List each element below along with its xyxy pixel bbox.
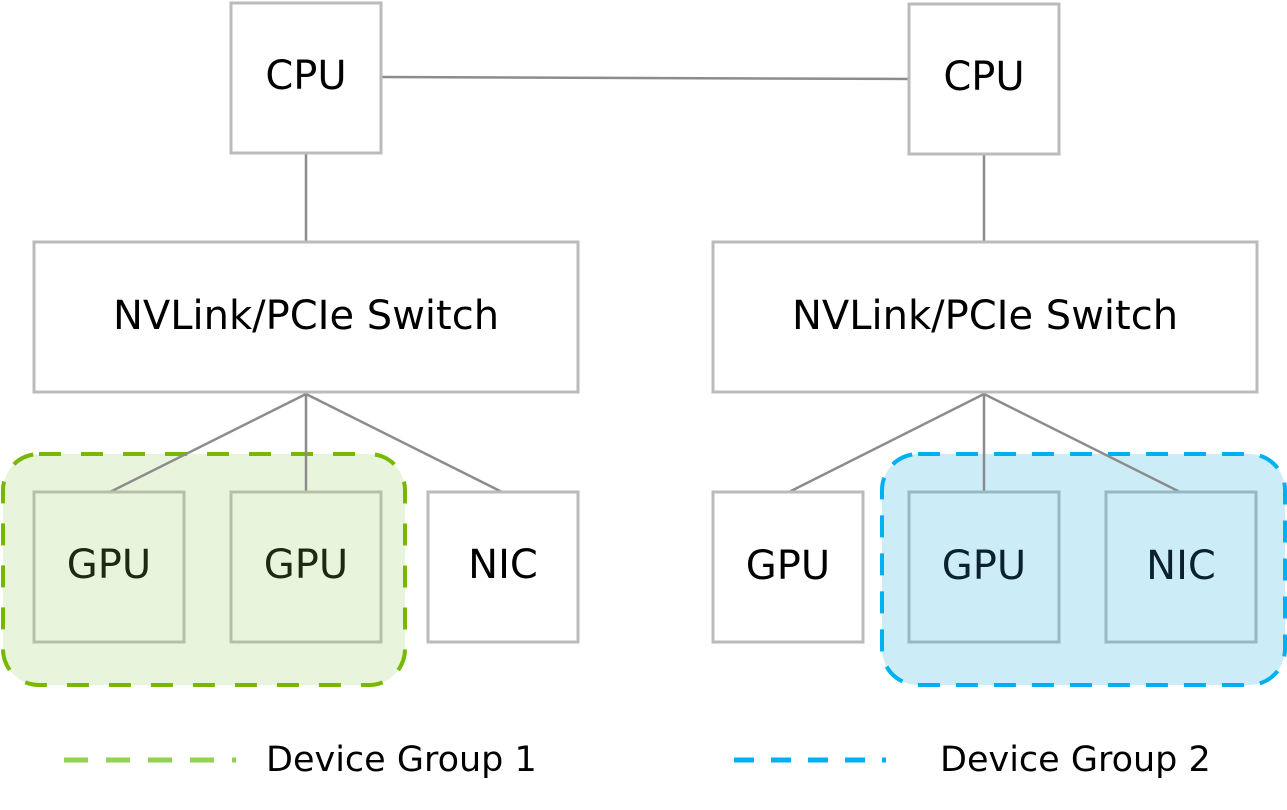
gpu-right-2-label: GPU [942, 543, 1026, 589]
cpu-left-label: CPU [265, 53, 346, 99]
cpu-left-node: CPU [229, 1, 383, 155]
legend-group-1-label: Device Group 1 [266, 740, 537, 780]
switch-left-label: NVLink/PCIe Switch [113, 293, 499, 339]
gpu-left-1-node: GPU [32, 490, 186, 644]
nic-right-label: NIC [1146, 543, 1216, 589]
switch-right-node: NVLink/PCIe Switch [711, 240, 1259, 394]
gpu-left-2-node: GPU [229, 490, 383, 644]
gpu-left-1-label: GPU [67, 542, 151, 588]
nic-left-label: NIC [468, 542, 538, 588]
switch-right-label: NVLink/PCIe Switch [792, 293, 1178, 339]
gpu-left-2-label: GPU [264, 542, 348, 588]
switch-left-node: NVLink/PCIe Switch [32, 240, 580, 394]
nic-left-node: NIC [426, 490, 580, 644]
cpu-right-node: CPU [907, 2, 1061, 156]
cpu-cpu-link [380, 75, 910, 81]
gpu-right-1-node: GPU [711, 490, 865, 644]
gpu-right-1-label: GPU [746, 543, 830, 589]
topology-diagram: CPU CPU NVLink/PCIe Switch NVLink/PCIe S… [1, 1, 1287, 780]
gpu-right-2-node: GPU [907, 490, 1061, 644]
nic-right-node: NIC [1104, 490, 1258, 644]
legend: Device Group 1 Device Group 2 [64, 740, 1211, 780]
cpu-right-label: CPU [943, 54, 1024, 100]
legend-group-2-label: Device Group 2 [940, 740, 1211, 780]
